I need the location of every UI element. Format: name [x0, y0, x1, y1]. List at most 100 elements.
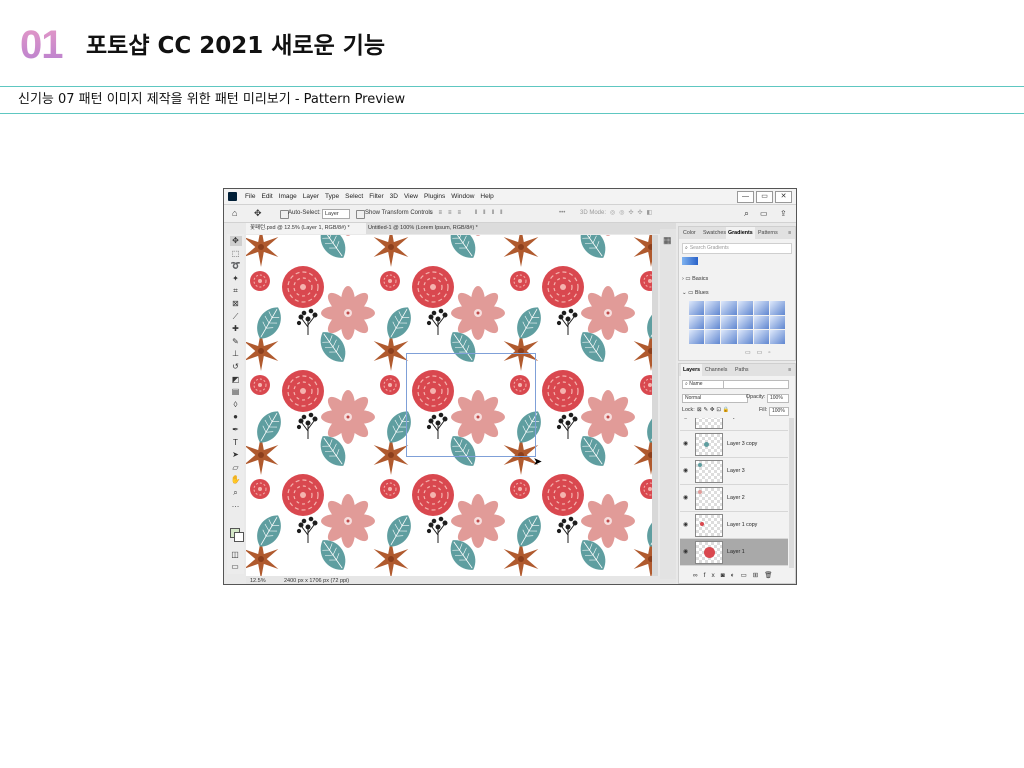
menu-help[interactable]: Help	[477, 189, 496, 204]
more-tools-icon[interactable]: …	[230, 500, 242, 510]
align-icons[interactable]: ≡≡≡≡ ‖‖‖‖	[429, 205, 509, 222]
move-tool-icon[interactable]: ✥	[229, 236, 242, 246]
menu-file[interactable]: File	[242, 189, 258, 204]
blues-gradient-grid[interactable]	[689, 301, 785, 344]
layer-filter-icons[interactable]	[723, 380, 789, 389]
layer-filter-dropdown[interactable]: ⌕ Name	[682, 380, 724, 389]
maximize-button[interactable]: ▭	[756, 191, 773, 203]
magic-wand-tool-icon[interactable]: ✦	[230, 274, 242, 284]
search-gradients-input[interactable]: ⌕ Search Gradients	[682, 243, 792, 254]
fill-field[interactable]: 100%	[769, 407, 789, 416]
fx-icon[interactable]: fx	[704, 572, 721, 579]
tab-gradients[interactable]: Gradients	[726, 227, 755, 239]
menu-view[interactable]: View	[401, 189, 421, 204]
home-icon[interactable]: ⌂	[232, 205, 237, 222]
visibility-eye-icon[interactable]: ◉	[683, 548, 688, 555]
zoom-level[interactable]: 12.5%	[250, 576, 266, 584]
layers-scrollbar[interactable]	[789, 418, 794, 568]
opacity-field[interactable]: 100%	[767, 394, 789, 403]
layers-panel: Layers Channels Paths ≡ ⌕ Name Normal Op…	[678, 363, 796, 584]
tab-color[interactable]: Color	[681, 227, 698, 239]
background-color-swatch[interactable]	[234, 532, 244, 542]
visibility-eye-icon[interactable]: ◉	[683, 521, 688, 528]
eraser-tool-icon[interactable]: ◩	[230, 375, 242, 385]
visibility-eye-icon[interactable]: ◉	[683, 494, 688, 501]
healing-tool-icon[interactable]: ✚	[230, 324, 242, 334]
workspace-icon[interactable]: ▭	[760, 205, 768, 222]
shape-tool-icon[interactable]: ▱	[230, 463, 242, 473]
menu-type[interactable]: Type	[322, 189, 342, 204]
frame-tool-icon[interactable]: ⊠	[230, 299, 242, 309]
transform-controls-checkbox[interactable]	[356, 210, 365, 219]
panel-menu-icon[interactable]: ≡	[786, 227, 793, 239]
tab-swatches[interactable]: Swatches	[701, 227, 728, 239]
menu-edit[interactable]: Edit	[258, 189, 275, 204]
layer-row-layer-1-copy[interactable]: ◉ Layer 1 copy	[680, 512, 788, 539]
menu-window[interactable]: Window	[448, 189, 477, 204]
layer-row-layer-1[interactable]: ◉ Layer 1	[680, 539, 788, 566]
layer-dropdown[interactable]: Layer	[322, 209, 350, 219]
pen-tool-icon[interactable]: ✒	[230, 425, 242, 435]
move-tool-icon[interactable]: ✥	[254, 205, 262, 222]
brush-tool-icon[interactable]: ✎	[230, 337, 242, 347]
trash-icon[interactable]: 🗑	[764, 572, 778, 579]
pattern-canvas[interactable]: ➤	[246, 235, 658, 576]
panel-menu-icon[interactable]: ≡	[786, 364, 793, 376]
visibility-eye-icon[interactable]: ◉	[683, 440, 688, 447]
layer-row-layer-4[interactable]: ◉ Layer 4	[680, 418, 788, 431]
hand-tool-icon[interactable]: ✋	[230, 475, 242, 485]
marquee-tool-icon[interactable]: ⬚	[230, 249, 242, 259]
folder-basics[interactable]: › ▭ Basics	[682, 274, 708, 284]
libraries-icon[interactable]: ▦	[663, 235, 672, 246]
menu-3d[interactable]: 3D	[387, 189, 401, 204]
gradient-tool-icon[interactable]: ▤	[230, 387, 242, 397]
menu-select[interactable]: Select	[342, 189, 366, 204]
share-icon[interactable]: ⇪	[780, 205, 787, 222]
crop-tool-icon[interactable]: ⌗	[230, 286, 242, 296]
visibility-eye-icon[interactable]: ◉	[683, 467, 688, 474]
tab-layers[interactable]: Layers	[681, 364, 703, 376]
stamp-tool-icon[interactable]: ⊥	[230, 349, 242, 359]
menu-image[interactable]: Image	[276, 189, 300, 204]
screen-mode-icon[interactable]: ▭	[229, 562, 241, 572]
tab-untitled[interactable]: Untitled-1 @ 100% (Lorem Ipsum, RGB/8#) …	[364, 223, 490, 234]
new-layer-icon[interactable]: ⊞	[753, 572, 764, 579]
tab-channels[interactable]: Channels	[703, 364, 729, 376]
folder-blues[interactable]: ⌄ ▭ Blues	[682, 288, 709, 298]
search-icon[interactable]: ⌕	[744, 205, 749, 222]
gradient-footer-icons[interactable]: ▭▭▫	[745, 349, 776, 356]
visibility-eye-icon[interactable]: ◉	[683, 418, 688, 420]
history-brush-icon[interactable]: ↺	[230, 362, 242, 372]
blur-tool-icon[interactable]: ◊	[230, 400, 242, 410]
lock-icons[interactable]: ⊠✎✥⊡🔒	[697, 406, 731, 415]
more-options-icon[interactable]: •••	[559, 205, 565, 222]
minimize-button[interactable]: —	[737, 191, 754, 203]
menu-layer[interactable]: Layer	[300, 189, 322, 204]
rose-thumbnail-mark	[700, 522, 704, 526]
layer-row-layer-3-copy[interactable]: ◉ Layer 3 copy	[680, 431, 788, 458]
group-icon[interactable]: ▭	[741, 572, 753, 579]
tab-paths[interactable]: Paths	[733, 364, 751, 376]
quick-mask-icon[interactable]: ◫	[229, 550, 241, 560]
eyedropper-tool-icon[interactable]: ⟋	[230, 312, 242, 322]
zoom-tool-icon[interactable]: ⌕	[230, 488, 242, 498]
menu-filter[interactable]: Filter	[366, 189, 386, 204]
pattern-tile-bounds[interactable]	[406, 353, 536, 457]
menu-plugins[interactable]: Plugins	[421, 189, 448, 204]
link-icon[interactable]: ∞	[693, 572, 704, 579]
dodge-tool-icon[interactable]: ●	[230, 412, 242, 422]
layer-row-layer-2[interactable]: ◉ Layer 2	[680, 485, 788, 512]
tab-patterns[interactable]: Patterns	[756, 227, 780, 239]
recent-gradient-swatch[interactable]	[682, 257, 698, 265]
3d-icons[interactable]: ◎◎✣✣◧	[610, 205, 656, 222]
blend-mode-dropdown[interactable]: Normal	[682, 394, 748, 403]
path-select-tool-icon[interactable]: ➤	[230, 450, 242, 460]
close-button[interactable]: ✕	[775, 191, 792, 203]
tab-flower-pattern[interactable]: 꽃패턴.psd @ 12.5% (Layer 1, RGB/8#) *	[246, 223, 366, 234]
lasso-tool-icon[interactable]: ➰	[230, 261, 242, 271]
layer-row-layer-3[interactable]: ◉ Layer 3	[680, 458, 788, 485]
mask-icon[interactable]: ◙	[721, 572, 731, 579]
type-tool-icon[interactable]: T	[230, 438, 242, 448]
canvas-scrollbar[interactable]	[652, 235, 658, 576]
adjustment-icon[interactable]: ◐	[731, 572, 741, 579]
